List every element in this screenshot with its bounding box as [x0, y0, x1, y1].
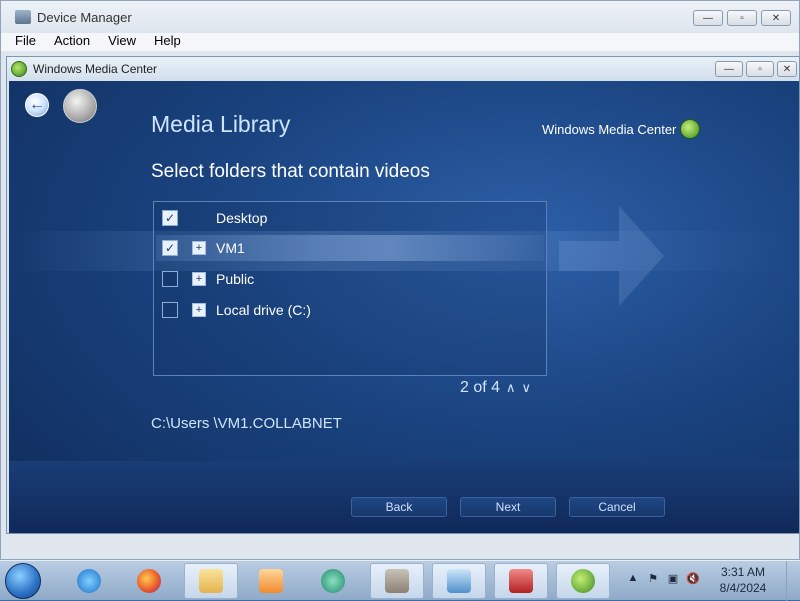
windows-logo-icon	[680, 119, 701, 139]
background-arrow-icon	[559, 206, 664, 306]
clock-time: 3:31 AM	[720, 565, 766, 579]
wmc-minimize-button[interactable]: —	[715, 61, 743, 77]
page-subtitle: Select folders that contain videos	[151, 161, 430, 182]
file-explorer-icon[interactable]	[184, 563, 238, 599]
cancel-button[interactable]: Cancel	[569, 497, 665, 517]
folder-list: ✓ Desktop ✓ + VM1 + Public + Local drive…	[153, 201, 547, 376]
firefox-icon[interactable]	[122, 563, 176, 599]
page-title: Media Library	[151, 111, 291, 137]
start-button-icon[interactable]	[5, 563, 41, 599]
menu-bar: File Action View Help	[1, 33, 799, 51]
folder-row-vm1[interactable]: ✓ + VM1	[162, 235, 542, 261]
firewall-icon[interactable]	[370, 563, 424, 599]
folder-label: VM1	[216, 240, 245, 256]
folder-row-public[interactable]: + Public	[162, 266, 542, 292]
tray-expand-icon[interactable]: ▲	[626, 571, 640, 585]
menu-help[interactable]: Help	[154, 33, 181, 51]
media-center-titlebar: Windows Media Center — ▫ ✕	[7, 57, 799, 81]
checkbox-desktop[interactable]: ✓	[162, 210, 178, 226]
close-button[interactable]: ✕	[761, 10, 791, 26]
page-down-icon[interactable]: ∨	[522, 380, 532, 396]
menu-action[interactable]: Action	[54, 33, 90, 51]
device-manager-icon	[15, 10, 31, 24]
maximize-button[interactable]: ▫	[727, 10, 757, 26]
volume-muted-icon[interactable]: 🔇	[686, 571, 700, 585]
start-orb-icon[interactable]	[63, 89, 97, 123]
checkbox-vm1[interactable]: ✓	[162, 240, 178, 256]
brand-text: Windows Media Center	[542, 121, 677, 137]
folder-row-desktop[interactable]: ✓ Desktop	[162, 205, 542, 231]
device-manager-titlebar: Device Manager — ▫ ✕	[1, 1, 799, 33]
page-up-icon[interactable]: ∧	[506, 380, 516, 396]
wmc-close-button[interactable]: ✕	[777, 61, 797, 77]
clock[interactable]: 3:31 AM 8/4/2024	[714, 564, 772, 596]
menu-file[interactable]: File	[15, 33, 36, 51]
system-tray: ▲ ⚑ ▣ 🔇	[626, 571, 700, 585]
wmc-restore-button[interactable]: ▫	[746, 61, 774, 77]
back-arrow-icon[interactable]: ←	[25, 93, 49, 117]
expand-icon[interactable]: +	[192, 272, 206, 286]
folder-label: Desktop	[216, 210, 268, 226]
media-center-window: Windows Media Center — ▫ ✕ ← Media Libra…	[6, 56, 800, 534]
app-icon[interactable]	[306, 563, 360, 599]
network-icon[interactable]: ▣	[666, 571, 680, 585]
media-center-title: Windows Media Center	[33, 62, 158, 76]
media-center-icon[interactable]	[556, 563, 610, 599]
toolbox-icon[interactable]	[494, 563, 548, 599]
folder-row-local-drive[interactable]: + Local drive (C:)	[162, 297, 542, 323]
taskbar: ▲ ⚑ ▣ 🔇 3:31 AM 8/4/2024	[0, 560, 800, 601]
menu-view[interactable]: View	[108, 33, 136, 51]
control-panel-icon[interactable]	[432, 563, 486, 599]
media-center-content: ← Media Library Windows Media Center Sel…	[9, 81, 799, 533]
clock-date: 8/4/2024	[719, 581, 767, 595]
pager-text: 2 of 4	[460, 379, 501, 396]
pager: 2 of 4 ∧ ∨	[460, 379, 531, 397]
next-button[interactable]: Next	[460, 497, 556, 517]
selected-path: C:\Users \VM1.COLLABNET	[151, 415, 342, 432]
folder-label: Public	[216, 271, 255, 287]
checkbox-local-drive[interactable]	[162, 302, 178, 318]
back-button[interactable]: Back	[351, 497, 447, 517]
flag-icon[interactable]: ⚑	[646, 571, 660, 585]
media-center-logo-icon	[11, 61, 27, 77]
internet-explorer-icon[interactable]	[62, 563, 116, 599]
checkbox-public[interactable]	[162, 271, 178, 287]
folder-label: Local drive (C:)	[216, 302, 311, 318]
expand-icon[interactable]: +	[192, 303, 206, 317]
show-desktop-button[interactable]	[786, 561, 800, 601]
minimize-button[interactable]: —	[693, 10, 723, 26]
expand-icon[interactable]: +	[192, 241, 206, 255]
device-manager-title: Device Manager	[37, 9, 132, 25]
media-player-icon[interactable]	[244, 563, 298, 599]
brand-label: Windows Media Center	[542, 119, 701, 139]
